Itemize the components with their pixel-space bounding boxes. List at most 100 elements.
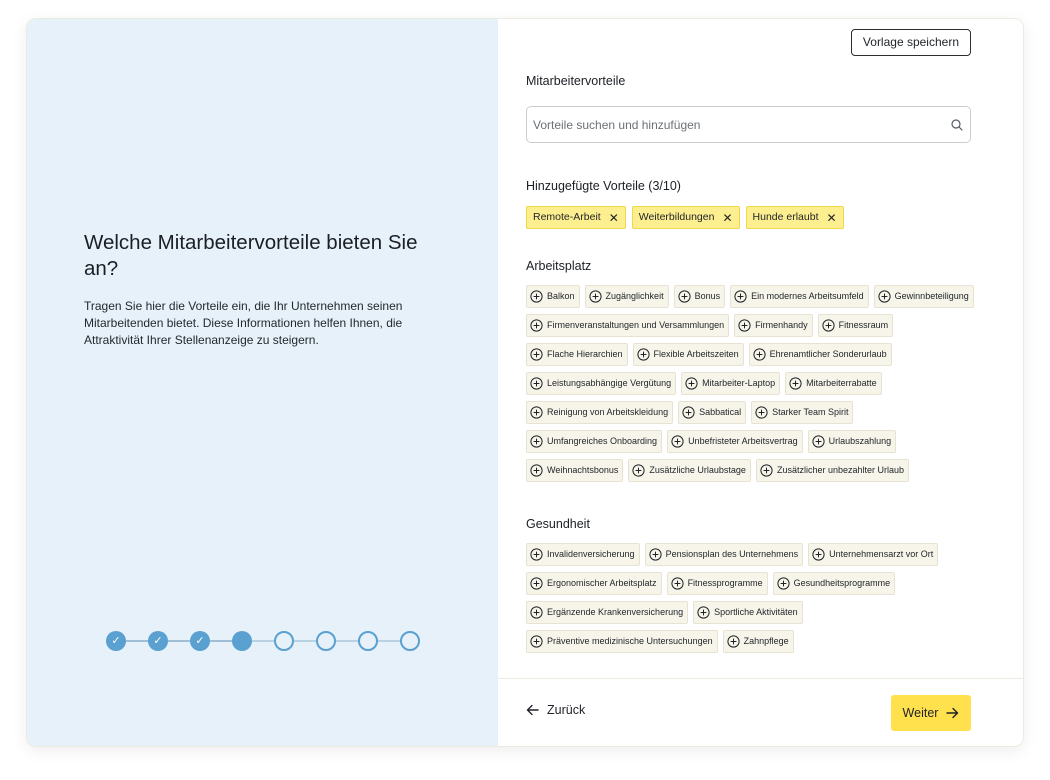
benefit-chip[interactable]: Zusätzlicher unbezahlter Urlaub: [755, 459, 910, 482]
benefit-chip[interactable]: Bonus: [673, 285, 726, 308]
plus-circle-icon: [697, 606, 710, 619]
benefit-chip-label: Ein modernes Arbeitsumfeld: [751, 291, 864, 301]
remove-icon[interactable]: ✕: [722, 212, 732, 224]
plus-circle-icon: [588, 290, 602, 303]
plus-circle-icon: [734, 290, 747, 303]
benefits-section-title: Mitarbeitervorteile: [526, 74, 626, 88]
plus-circle-icon: [530, 406, 543, 419]
benefit-chip[interactable]: Fitnessraum: [817, 314, 894, 337]
benefit-chip-label: Zahnpflege: [743, 636, 789, 646]
benefit-chip[interactable]: Ehrenamtlicher Sonderurlaub: [748, 343, 892, 366]
benefit-chip-label: Bonus: [694, 291, 721, 301]
plus-circle-icon: [755, 406, 768, 419]
page-title: Welche Mitarbeitervorteile bieten Sie an…: [84, 231, 418, 280]
added-benefit-chip: Weiterbildungen ✕: [631, 206, 740, 229]
benefit-chip[interactable]: Präventive medizinische Untersuchungen: [526, 630, 718, 653]
added-benefit-chip: Hunde erlaubt ✕: [745, 206, 844, 229]
benefit-chip[interactable]: Zugänglichkeit: [584, 285, 669, 308]
benefit-chip-label: Pensionsplan des Unternehmens: [665, 549, 799, 559]
benefit-chip-label: Firmenhandy: [755, 320, 808, 330]
step-completed-check-icon: ✓: [106, 631, 126, 651]
benefit-chip-label: Sportliche Aktivitäten: [714, 607, 798, 617]
benefit-chip[interactable]: Invalidenversicherung: [526, 543, 640, 566]
stepper-connector: [168, 640, 191, 642]
benefit-chip[interactable]: Gewinnbeteiligung: [873, 285, 974, 308]
benefit-chip[interactable]: Gesundheitsprogramme: [772, 572, 896, 595]
stepper-connector: [252, 640, 275, 642]
workplace-section-title: Arbeitsplatz: [526, 259, 592, 273]
benefit-chip[interactable]: Firmenveranstaltungen und Versammlungen: [526, 314, 730, 337]
health-section-title: Gesundheit: [526, 517, 590, 531]
benefit-chip[interactable]: Unternehmensarzt vor Ort: [808, 543, 939, 566]
stepper-connector: [294, 640, 317, 642]
benefit-chip[interactable]: Ergonomischer Arbeitsplatz: [526, 572, 662, 595]
plus-circle-icon: [530, 548, 543, 561]
added-benefit-chip: Remote-Arbeit ✕: [526, 206, 626, 229]
plus-circle-icon: [685, 377, 698, 390]
benefit-chip[interactable]: Ein modernes Arbeitsumfeld: [730, 285, 869, 308]
benefit-chip-label: Ergonomischer Arbeitsplatz: [547, 578, 657, 588]
benefit-search-input[interactable]: [533, 107, 933, 142]
benefit-chip[interactable]: Firmenhandy: [734, 314, 813, 337]
step-completed-check-icon: ✓: [190, 631, 210, 651]
benefit-chip-label: Mitarbeiterrabatte: [806, 378, 877, 388]
arrow-right-icon: [946, 707, 959, 719]
plus-circle-icon: [530, 377, 543, 390]
benefit-chip[interactable]: Unbefristeter Arbeitsvertrag: [667, 430, 803, 453]
health-benefits-list: Invalidenversicherung Pensionsplan des Un…: [526, 543, 986, 653]
benefit-chip-label: Reinigung von Arbeitskleidung: [547, 407, 669, 417]
benefit-search-field[interactable]: [526, 106, 971, 143]
added-benefit-label: Hunde erlaubt: [752, 211, 819, 223]
plus-circle-icon: [530, 435, 543, 448]
benefit-chip-label: Flache Hierarchien: [547, 349, 623, 359]
benefit-chip[interactable]: Sportliche Aktivitäten: [693, 601, 803, 624]
benefit-chip[interactable]: Reinigung von Arbeitskleidung: [526, 401, 674, 424]
benefit-chip[interactable]: Leistungsabhängige Vergütung: [526, 372, 677, 395]
plus-circle-icon: [530, 577, 543, 590]
step-current: [232, 631, 252, 651]
plus-circle-icon: [726, 635, 740, 648]
search-icon[interactable]: [950, 118, 964, 132]
workplace-benefits-list: Balkon Zugänglichkeit Bonus Ein modernes Ar…: [526, 285, 986, 482]
back-button[interactable]: Zurück: [526, 703, 585, 717]
benefit-chip[interactable]: Weihnachtsbonus: [526, 459, 624, 482]
benefit-chip[interactable]: Sabbatical: [678, 401, 747, 424]
benefit-chip[interactable]: Flache Hierarchien: [526, 343, 628, 366]
plus-circle-icon: [812, 435, 825, 448]
benefit-chip[interactable]: Fitnessprogramme: [666, 572, 768, 595]
remove-icon[interactable]: ✕: [609, 212, 619, 224]
next-label: Weiter: [902, 706, 939, 720]
benefit-chip[interactable]: Ergänzende Krankenversicherung: [526, 601, 689, 624]
save-template-button[interactable]: Vorlage speichern: [850, 29, 971, 56]
benefit-chip-label: Fitnessraum: [838, 320, 889, 330]
benefit-chip-label: Umfangreiches Onboarding: [547, 436, 658, 446]
benefit-chip-label: Balkon: [547, 291, 575, 301]
benefit-chip[interactable]: Flexible Arbeitszeiten: [632, 343, 744, 366]
page-description: Tragen Sie hier die Vorteile ein, die Ih…: [84, 299, 403, 347]
plus-circle-icon: [530, 319, 543, 332]
step-upcoming: [316, 631, 336, 651]
plus-circle-icon: [671, 435, 684, 448]
benefit-chip[interactable]: Starker Team Spirit: [751, 401, 854, 424]
footer-divider: [498, 678, 1023, 679]
benefit-chip[interactable]: Umfangreiches Onboarding: [526, 430, 663, 453]
benefit-chip[interactable]: Mitarbeiterrabatte: [785, 372, 882, 395]
benefit-chip-label: Urlaubszahlung: [828, 436, 892, 446]
plus-circle-icon: [530, 606, 543, 619]
progress-stepper: ✓ ✓ ✓: [106, 631, 420, 651]
benefit-chip[interactable]: Zusätzliche Urlaubstage: [628, 459, 751, 482]
benefit-chip-label: Fitnessprogramme: [687, 578, 763, 588]
plus-circle-icon: [752, 348, 766, 361]
benefit-chip[interactable]: Balkon: [526, 285, 580, 308]
benefit-chip[interactable]: Mitarbeiter-Laptop: [681, 372, 781, 395]
next-button[interactable]: Weiter: [891, 695, 971, 731]
benefit-chip-label: Weihnachtsbonus: [547, 465, 619, 475]
benefit-chip[interactable]: Pensionsplan des Unternehmens: [644, 543, 804, 566]
benefit-chip[interactable]: Urlaubszahlung: [807, 430, 897, 453]
benefit-chip-label: Flexible Arbeitszeiten: [653, 349, 739, 359]
stepper-connector: [336, 640, 359, 642]
remove-icon[interactable]: ✕: [827, 212, 837, 224]
stepper-connector: [378, 640, 401, 642]
benefit-chip-label: Sabbatical: [699, 407, 742, 417]
benefit-chip[interactable]: Zahnpflege: [722, 630, 794, 653]
